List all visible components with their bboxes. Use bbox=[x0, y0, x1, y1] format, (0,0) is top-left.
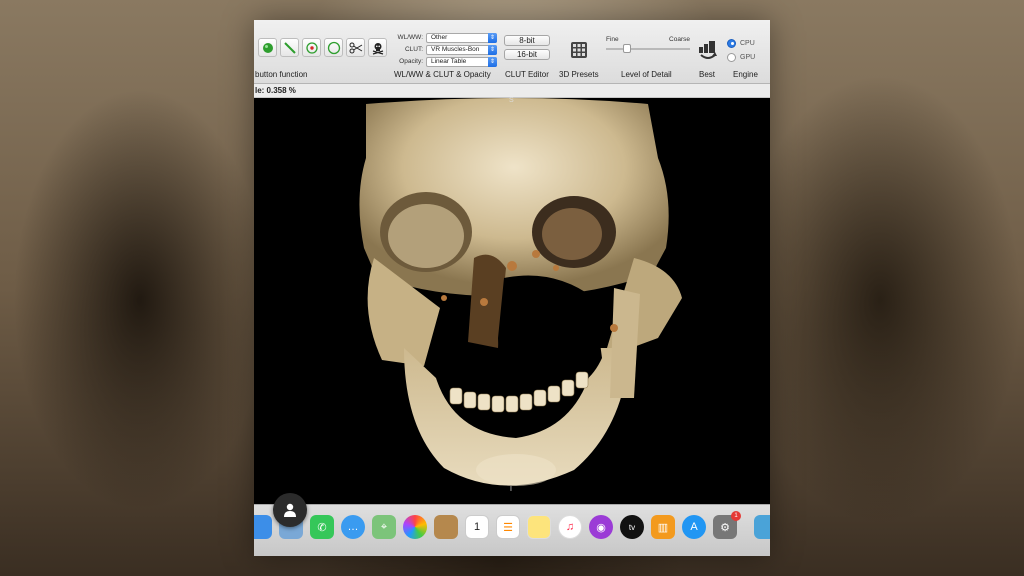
messages-icon[interactable]: … bbox=[341, 515, 365, 539]
notes-icon[interactable] bbox=[527, 515, 551, 539]
circle-tool-button[interactable] bbox=[324, 38, 343, 57]
wl-clut-opacity-caption: WL/WW & CLUT & Opacity bbox=[394, 70, 491, 79]
app-window: button function WL/WW: Other ⇕ CLUT: VR M… bbox=[254, 20, 770, 556]
line-icon bbox=[283, 41, 296, 54]
16-bit-button[interactable]: 16-bit bbox=[504, 49, 550, 60]
best-caption: Best bbox=[699, 70, 716, 79]
chevron-updown-icon: ⇕ bbox=[488, 56, 497, 67]
dock-icons: ✆ … ⌖ 1 ☰ ♫ ◉ tv ▥ A ⚙ 1 bbox=[254, 511, 770, 539]
chevron-updown-icon: ⇕ bbox=[488, 32, 497, 43]
clut-editor-caption: CLUT Editor bbox=[505, 70, 549, 79]
books-icon[interactable]: ▥ bbox=[651, 515, 675, 539]
clut-select[interactable]: VR Muscles-Bon ⇕ bbox=[426, 44, 497, 55]
engine-radio-group: CPU GPU bbox=[727, 36, 755, 64]
fine-label: Fine bbox=[606, 36, 619, 43]
photos-icon[interactable] bbox=[403, 515, 427, 539]
engine-caption: Engine bbox=[733, 70, 758, 79]
user-avatar[interactable] bbox=[273, 493, 307, 527]
tool-buttons bbox=[258, 38, 387, 57]
toolbar: button function WL/WW: Other ⇕ CLUT: VR M… bbox=[254, 20, 770, 84]
wlww-label: WL/WW: bbox=[397, 34, 423, 41]
music-icon[interactable]: ♫ bbox=[558, 515, 582, 539]
tv-label: tv bbox=[628, 522, 636, 532]
slider-knob[interactable] bbox=[623, 44, 631, 53]
sphere-tool-button[interactable] bbox=[258, 38, 277, 57]
coarse-label: Coarse bbox=[669, 36, 690, 43]
tv-icon[interactable]: tv bbox=[620, 515, 644, 539]
opacity-label: Opacity: bbox=[399, 58, 423, 65]
slider-track[interactable] bbox=[606, 44, 690, 53]
point-tool-button[interactable] bbox=[302, 38, 321, 57]
skull-crossbones-icon bbox=[372, 42, 383, 55]
target-icon bbox=[305, 41, 318, 54]
skull-render bbox=[359, 98, 682, 486]
calendar-icon[interactable]: 1 bbox=[465, 515, 489, 539]
chevron-updown-icon: ⇕ bbox=[488, 44, 497, 55]
sphere-icon bbox=[262, 42, 273, 53]
cpu-radio[interactable]: CPU bbox=[727, 36, 755, 50]
circle-icon bbox=[327, 41, 340, 54]
opacity-select[interactable]: Linear Table ⇕ bbox=[426, 56, 497, 67]
wl-controls: WL/WW: Other ⇕ CLUT: VR Muscles-Bon ⇕ Opac… bbox=[392, 32, 497, 68]
maps-icon[interactable]: ⌖ bbox=[372, 515, 396, 539]
gpu-radio-dot[interactable] bbox=[727, 52, 736, 62]
wlww-select[interactable]: Other ⇕ bbox=[426, 32, 497, 43]
presets-grid-icon[interactable] bbox=[570, 41, 588, 59]
finder-icon[interactable] bbox=[254, 515, 272, 539]
skull-tool-button[interactable] bbox=[368, 38, 387, 57]
system-preferences-icon[interactable]: ⚙ 1 bbox=[713, 511, 741, 539]
scale-status: le: 0.358 % bbox=[254, 84, 770, 98]
cpu-label: CPU bbox=[740, 39, 755, 47]
3d-presets-caption: 3D Presets bbox=[559, 70, 599, 79]
clut-value: VR Muscles-Bon bbox=[431, 45, 480, 53]
right-ramus bbox=[610, 288, 640, 398]
8-bit-button[interactable]: 8-bit bbox=[504, 35, 550, 46]
contacts-icon[interactable] bbox=[434, 515, 458, 539]
osirix-icon[interactable] bbox=[754, 515, 770, 539]
person-icon bbox=[284, 503, 296, 517]
button-function-caption: button function bbox=[255, 70, 308, 79]
cpu-radio-dot[interactable] bbox=[727, 38, 736, 48]
gpu-radio[interactable]: GPU bbox=[727, 50, 755, 64]
facetime-icon[interactable]: ✆ bbox=[310, 515, 334, 539]
level-of-detail-slider[interactable]: Fine Coarse bbox=[606, 36, 690, 53]
settings-badge: 1 bbox=[731, 511, 741, 521]
best-quality-icon[interactable] bbox=[697, 38, 719, 60]
podcasts-icon[interactable]: ◉ bbox=[589, 515, 613, 539]
macos-dock: ✆ … ⌖ 1 ☰ ♫ ◉ tv ▥ A ⚙ 1 bbox=[254, 504, 770, 556]
reminders-icon[interactable]: ☰ bbox=[496, 515, 520, 539]
clut-label: CLUT: bbox=[404, 46, 423, 53]
inferior-marker: I bbox=[510, 486, 512, 493]
wlww-value: Other bbox=[431, 33, 448, 41]
app-store-icon[interactable]: A bbox=[682, 515, 706, 539]
opacity-value: Linear Table bbox=[431, 57, 467, 65]
line-tool-button[interactable] bbox=[280, 38, 299, 57]
scissors-icon bbox=[349, 42, 362, 53]
calendar-day: 1 bbox=[473, 521, 481, 533]
level-of-detail-caption: Level of Detail bbox=[621, 70, 672, 79]
superior-marker: S bbox=[509, 97, 514, 104]
gpu-label: GPU bbox=[740, 53, 756, 61]
3d-volume-viewer[interactable]: S I bbox=[254, 97, 770, 508]
scissors-tool-button[interactable] bbox=[346, 38, 365, 57]
